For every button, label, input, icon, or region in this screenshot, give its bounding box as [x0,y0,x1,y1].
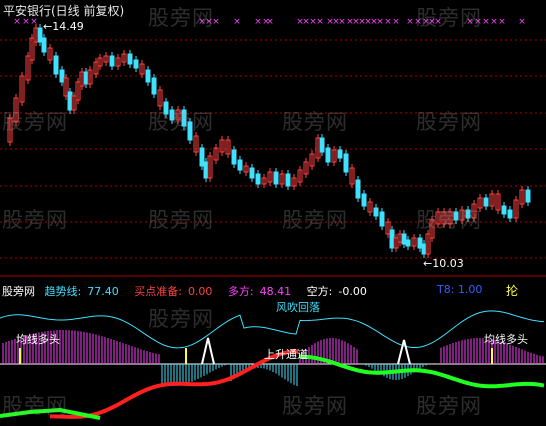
candle-body [337,149,343,159]
t8-value: 1.00 [457,283,483,296]
x-marker: × [498,17,506,27]
candle-body [53,55,59,75]
candle-body [203,161,209,179]
candle-body [361,193,367,207]
candle-body [231,149,237,165]
watermark: 股旁网 [282,208,348,232]
trend-label: 趋势线: [44,285,82,298]
signal-spike [201,337,215,365]
candle-body [343,153,349,173]
candle-body [249,167,255,179]
watermark: 股旁网 [148,6,214,30]
x-marker: × [338,17,346,27]
candle-body [373,207,379,217]
watermark: 股旁网 [2,110,68,134]
candle-body [379,211,385,227]
t8-label: T8: [437,283,455,296]
watermark: 股旁网 [416,110,482,134]
x-marker: × [266,17,274,27]
watermark: 股旁网 [2,208,68,232]
signal-glyph: 抡 [506,284,519,298]
x-marker: × [518,17,526,27]
chart-title: 平安银行(日线 前复权) [3,4,125,18]
annotation-bull-left: 均线多头 [16,333,60,346]
candle-body [145,69,151,83]
candle-body [417,237,423,249]
candle-body [109,55,115,67]
candle-body [319,137,325,153]
high-price-label: ←14.49 [43,20,84,33]
candle-body [237,159,243,171]
candle-body [127,53,133,65]
watermark: 股旁网 [2,394,68,418]
candle-body [83,71,89,85]
x-marker: × [233,17,241,27]
x-marker: × [490,17,498,27]
candle-body [37,27,43,43]
x-marker: × [376,17,384,27]
watermark: 股旁网 [148,110,214,134]
x-marker: × [392,17,400,27]
candle-body [401,233,407,245]
t8-readout: T8: 1.00 [437,283,482,296]
candle-body [199,147,205,167]
x-marker: × [316,17,324,27]
candle-body [273,171,279,185]
candle-body [285,173,291,187]
candle-body [325,147,331,163]
candle-body [525,189,531,203]
candle-body [483,197,489,207]
watermark: 股旁网 [148,307,214,331]
candle-body [255,173,261,185]
x-marker: × [482,17,490,27]
x-marker: × [384,17,392,27]
candle-body [501,205,507,215]
candle-body [405,239,411,247]
candle-body [389,229,395,249]
trend-value: 77.40 [87,285,119,298]
candle-body [355,179,361,199]
indicator-name[interactable]: 股旁网 [2,285,35,298]
watermark: 股旁网 [282,394,348,418]
watermark: 股旁网 [416,6,482,30]
annotation-bull-right: 均线多头 [484,333,528,346]
candle-body [133,59,139,69]
candle-body [507,209,513,219]
signal-spike [397,339,411,365]
annotation-uptrend: 上升通道 [264,348,308,361]
low-price-label: ←10.03 [423,257,464,270]
x-marker: × [254,17,262,27]
candle-body [59,69,65,83]
short-value: -0.00 [338,285,367,298]
watermark: 股旁网 [148,208,214,232]
candle-body [421,243,427,255]
watermark: 股旁网 [282,110,348,134]
buy-value: 0.00 [187,285,213,298]
annotation-blow-back: 风吹回落 [276,301,320,314]
candle-body [151,77,157,95]
watermark: 股旁网 [416,394,482,418]
candle-body [67,91,73,111]
buy-label: 买点准备: [134,285,182,298]
short-label: 空方: [306,285,333,298]
long-label: 多方: [227,285,254,298]
x-marker: × [406,17,414,27]
watermark: 股旁网 [416,208,482,232]
candle-body [41,37,47,53]
indicator-header: 股旁网 趋势线: 77.40 买点准备: 0.00 多方: 48.41 空方: -0.0… [2,283,379,299]
long-value: 48.41 [259,285,292,298]
